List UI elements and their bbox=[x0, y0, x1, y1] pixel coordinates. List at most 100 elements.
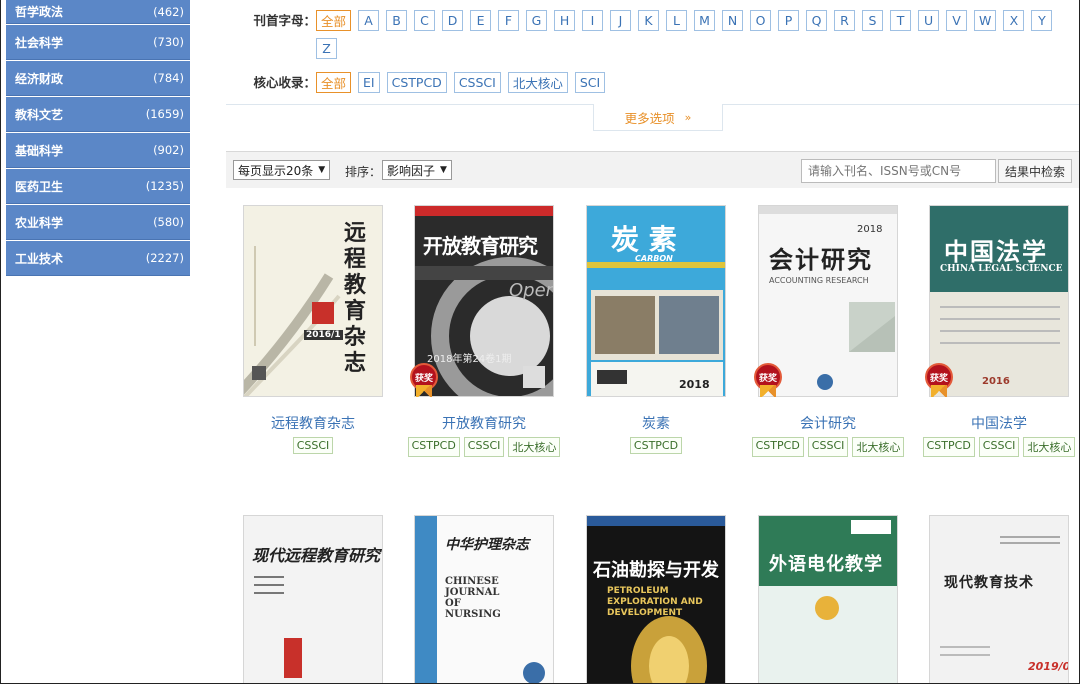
category-name: 工业技术 bbox=[15, 251, 64, 266]
category-item[interactable]: 农业科学 (580) bbox=[6, 205, 190, 240]
sort-value: 影响因子 bbox=[387, 163, 436, 178]
category-item[interactable]: 基础科学 (902) bbox=[6, 133, 190, 168]
core-filter-option[interactable]: CSSCI bbox=[453, 72, 501, 93]
category-item[interactable]: 经济财政 (784) bbox=[6, 61, 190, 96]
cover-title: 中华护理杂志 bbox=[445, 537, 529, 553]
category-count: (730) bbox=[153, 35, 184, 49]
category-item[interactable]: 哲学政法 (462) bbox=[6, 0, 190, 24]
letter-filter-option[interactable]: L bbox=[666, 10, 688, 31]
letter-filter-option[interactable]: U bbox=[918, 10, 940, 31]
per-page-select[interactable]: 每页显示20条 ▼ bbox=[233, 160, 331, 180]
journal-cover[interactable]: 外语电化教学 bbox=[758, 515, 898, 683]
letter-filter-option[interactable]: N bbox=[722, 10, 744, 31]
dropdown-arrow-icon: ▼ bbox=[440, 165, 447, 175]
category-item[interactable]: 教科文艺 (1659) bbox=[6, 97, 190, 132]
index-tag: 北大核心 bbox=[852, 437, 905, 457]
letter-filter-option[interactable]: Z bbox=[316, 38, 337, 59]
letter-filter-option[interactable]: X bbox=[1003, 10, 1025, 31]
index-tag: 北大核心 bbox=[1023, 437, 1076, 457]
journal-tags: CSTPCD CSSCI 北大核心 bbox=[398, 437, 570, 457]
core-filter-option[interactable]: 全部 bbox=[316, 72, 352, 93]
more-options-button[interactable]: 更多选项 » bbox=[593, 104, 723, 131]
cover-title: 中国法学 bbox=[944, 237, 1048, 266]
letter-filter-option[interactable]: P bbox=[778, 10, 800, 31]
core-filter-option[interactable]: 北大核心 bbox=[507, 72, 568, 93]
journal-cover[interactable]: 现代教育技术 2019/01 bbox=[929, 515, 1069, 683]
category-count: (462) bbox=[153, 4, 184, 19]
journal-name[interactable]: 会计研究 bbox=[742, 413, 914, 433]
journal-name[interactable]: 中国法学 bbox=[913, 413, 1079, 433]
letter-filter-option[interactable]: K bbox=[638, 10, 660, 31]
category-item[interactable]: 工业技术 (2227) bbox=[6, 241, 190, 276]
letter-filter-option[interactable]: V bbox=[946, 10, 968, 31]
index-tag: CSTPCD bbox=[751, 437, 804, 457]
letter-filter-option[interactable]: O bbox=[750, 10, 772, 31]
letter-filter-option[interactable]: M bbox=[694, 10, 716, 31]
category-count: (1659) bbox=[145, 107, 184, 121]
letter-filter-option[interactable]: T bbox=[890, 10, 912, 31]
cover-title: 现代远程教育研究 bbox=[252, 546, 381, 565]
letter-filter-option[interactable]: Q bbox=[806, 10, 828, 31]
journal-tags: CSSCI bbox=[227, 437, 399, 454]
cover-art bbox=[930, 516, 1068, 683]
letter-filter-option[interactable]: I bbox=[582, 10, 604, 31]
journal-cover[interactable]: 远程教育杂志 2016/1 bbox=[243, 205, 383, 397]
cover-script: Open bbox=[509, 280, 554, 301]
letter-filter-option[interactable]: S bbox=[862, 10, 884, 31]
index-tag: CSSCI bbox=[463, 437, 505, 457]
letter-filter-option[interactable]: A bbox=[358, 10, 380, 31]
cover-subtitle: CHINA LEGAL SCIENCE bbox=[940, 264, 1063, 274]
cover-title: 开放教育研究 bbox=[423, 234, 538, 258]
index-tag: CSTPCD bbox=[407, 437, 460, 457]
letter-filter-option[interactable]: B bbox=[386, 10, 408, 31]
core-filter-option[interactable]: SCI bbox=[574, 72, 606, 93]
cover-year: 2018 bbox=[857, 224, 883, 235]
category-count: (902) bbox=[153, 143, 184, 157]
journal-cover[interactable]: 炭 素 CARBON 2018 bbox=[586, 205, 726, 397]
letter-filter-option[interactable]: C bbox=[414, 10, 436, 31]
cover-issue: 2018年第24卷1期 bbox=[427, 354, 512, 365]
cover-subtitle: ACCOUNTING RESEARCH bbox=[769, 276, 869, 285]
award-badge: 获奖 bbox=[754, 363, 782, 397]
category-count: (784) bbox=[153, 71, 184, 85]
category-name: 经济财政 bbox=[15, 71, 64, 86]
index-tag: CSSCI bbox=[807, 437, 849, 457]
search-input[interactable] bbox=[801, 159, 996, 183]
category-name: 社会科学 bbox=[15, 35, 64, 50]
letter-filter-option[interactable]: J bbox=[610, 10, 632, 31]
journal-name[interactable]: 炭素 bbox=[570, 413, 742, 433]
core-filter-option[interactable]: CSTPCD bbox=[386, 72, 447, 93]
core-options: 全部 EI CSTPCD CSSCI 北大核心 SCI bbox=[316, 72, 1076, 100]
letter-filter-option[interactable]: D bbox=[442, 10, 464, 31]
letter-filter-option[interactable]: H bbox=[554, 10, 576, 31]
journal-cover[interactable]: 现代远程教育研究 bbox=[243, 515, 383, 683]
dropdown-arrow-icon: ▼ bbox=[318, 165, 326, 175]
letter-filter-option[interactable]: 全部 bbox=[316, 10, 352, 31]
journal-name[interactable]: 远程教育杂志 bbox=[227, 413, 399, 433]
letter-options: 全部 A B C D E F G H I J K L M N O P Q R S T U V W X Y Z bbox=[316, 10, 1076, 66]
category-item[interactable]: 医药卫生 (1235) bbox=[6, 169, 190, 204]
letter-filter-option[interactable]: E bbox=[470, 10, 492, 31]
search-in-results-button[interactable]: 结果中检索 bbox=[998, 159, 1072, 183]
letter-filter-option[interactable]: G bbox=[526, 10, 548, 31]
chevron-down-icon: » bbox=[684, 110, 692, 124]
letter-filter-option[interactable]: Y bbox=[1031, 10, 1053, 31]
cover-issue: 2016/1 bbox=[304, 330, 343, 340]
cover-title: 现代教育技术 bbox=[944, 575, 1034, 591]
sort-select[interactable]: 影响因子 ▼ bbox=[382, 160, 452, 180]
category-name: 医药卫生 bbox=[15, 179, 64, 194]
core-filter-option[interactable]: EI bbox=[358, 72, 380, 93]
journal-cover[interactable]: 中华护理杂志 CHINESE JOURNAL OF NURSING bbox=[414, 515, 554, 683]
journal-name[interactable]: 开放教育研究 bbox=[398, 413, 570, 433]
cover-year: 2016 bbox=[982, 376, 1010, 387]
index-tag: CSTPCD bbox=[922, 437, 975, 457]
letter-filter-option[interactable]: F bbox=[498, 10, 520, 31]
cover-title: 炭 素 bbox=[611, 223, 677, 256]
index-tag: CSTPCD bbox=[629, 437, 683, 454]
result-toolbar: 每页显示20条 ▼ 排序： 影响因子 ▼ 结果中检索 bbox=[226, 151, 1079, 188]
category-name: 基础科学 bbox=[15, 143, 64, 158]
category-item[interactable]: 社会科学 (730) bbox=[6, 25, 190, 60]
journal-cover[interactable]: 石油勘探与开发 PETROLEUM EXPLORATION AND DEVELO… bbox=[586, 515, 726, 683]
letter-filter-option[interactable]: R bbox=[834, 10, 856, 31]
letter-filter-option[interactable]: W bbox=[974, 10, 997, 31]
